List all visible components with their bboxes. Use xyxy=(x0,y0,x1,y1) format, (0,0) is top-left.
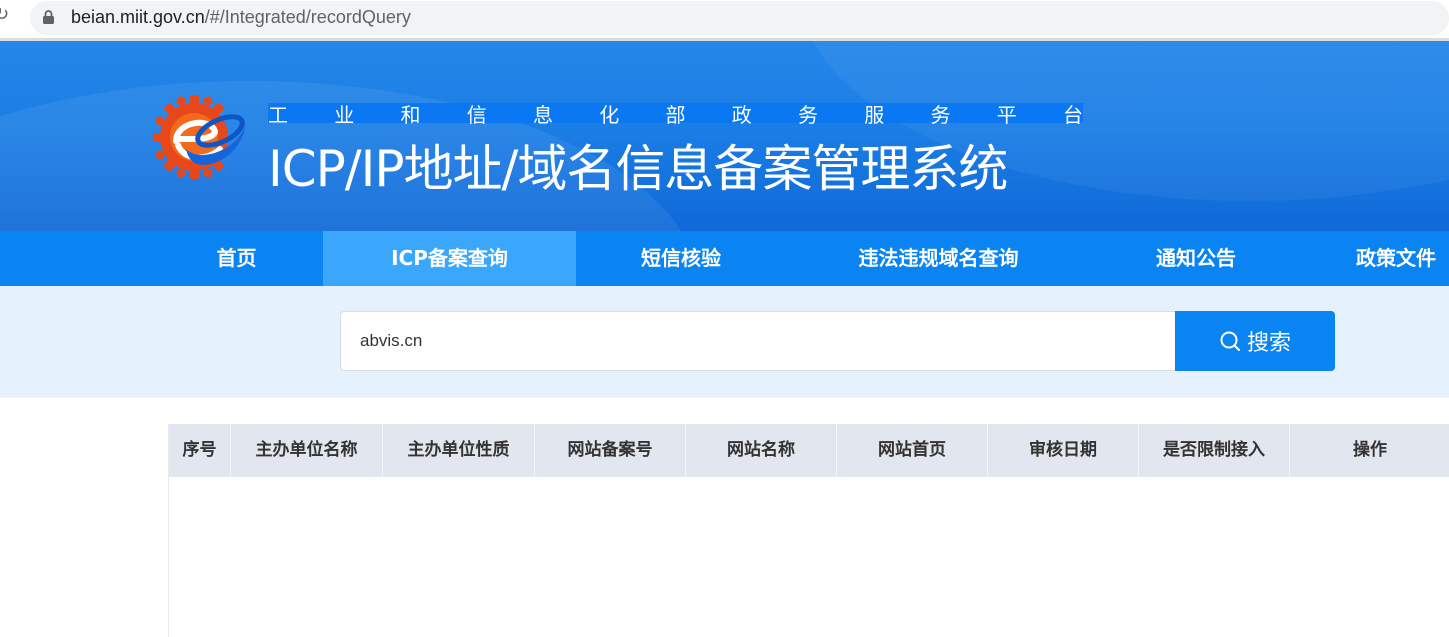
reload-icon[interactable]: ↻ xyxy=(0,6,12,24)
subtitle-char: 部 xyxy=(665,103,686,127)
column-header-index: 序号 xyxy=(169,424,231,477)
miit-logo-icon xyxy=(153,95,246,179)
column-header-review-date: 审核日期 xyxy=(988,424,1139,477)
subtitle-char: 务 xyxy=(798,103,818,127)
nav-item-home[interactable]: 首页 xyxy=(150,231,323,286)
column-header-organizer-type: 主办单位性质 xyxy=(383,424,535,477)
subtitle-char: 化 xyxy=(599,103,620,127)
page-title: ICP/IP地址/域名信息备案管理系统 xyxy=(268,140,1008,198)
subtitle-char: 平 xyxy=(996,103,1017,127)
nav-item-notices[interactable]: 通知公告 xyxy=(1091,231,1301,286)
results-table: 序号 主办单位名称 主办单位性质 网站备案号 网站名称 网站首页 审核日期 是否… xyxy=(168,424,1449,637)
nav-item-sms-verify[interactable]: 短信核验 xyxy=(576,231,786,286)
column-header-homepage: 网站首页 xyxy=(837,424,988,477)
nav-item-icp-query[interactable]: ICP备案查询 xyxy=(323,231,576,286)
search-button-label: 搜索 xyxy=(1246,331,1291,356)
browser-toolbar: ↻ beian.miit.gov.cn/#/Integrated/recordQ… xyxy=(0,0,1449,38)
nav-item-illegal-domain-query[interactable]: 违法违规域名查询 xyxy=(786,231,1091,286)
search-input[interactable] xyxy=(340,311,1175,371)
header-banner: 工 业 和 信 息 化 部 政 务 服 务 平 台 ICP/IP地址/域名信息备… xyxy=(0,41,1449,231)
subtitle-char: 和 xyxy=(400,103,421,127)
url-path: /#/Integrated/recordQuery xyxy=(204,7,411,27)
column-header-organizer-name: 主办单位名称 xyxy=(231,424,383,477)
column-header-record-number: 网站备案号 xyxy=(535,424,686,477)
column-header-site-name: 网站名称 xyxy=(686,424,837,477)
subtitle-char: 息 xyxy=(533,103,553,127)
nav-item-policies[interactable]: 政策文件 xyxy=(1301,231,1449,286)
subtitle-char: 信 xyxy=(466,103,487,127)
search-icon xyxy=(1220,331,1240,351)
search-button[interactable]: 搜索 xyxy=(1175,311,1335,371)
subtitle-char: 政 xyxy=(731,103,752,127)
site-subtitle: 工 业 和 信 息 化 部 政 务 服 务 平 台 xyxy=(268,99,1083,128)
column-header-access-restricted: 是否限制接入 xyxy=(1139,424,1290,477)
subtitle-char: 务 xyxy=(930,103,951,127)
url-host: beian.miit.gov.cn xyxy=(71,7,205,27)
column-header-actions: 操作 xyxy=(1353,440,1387,460)
subtitle-char: 台 xyxy=(1063,103,1083,127)
url-text[interactable]: beian.miit.gov.cn/#/Integrated/recordQue… xyxy=(71,7,411,28)
table-header: 序号 主办单位名称 主办单位性质 网站备案号 网站名称 网站首页 审核日期 是否… xyxy=(169,424,1449,477)
subtitle-char: 业 xyxy=(334,103,355,127)
lock-icon xyxy=(43,10,54,24)
main-nav: 首页 ICP备案查询 短信核验 违法违规域名查询 通知公告 政策文件 xyxy=(0,231,1449,286)
search-area: 搜索 xyxy=(0,286,1449,398)
subtitle-char: 工 xyxy=(268,103,288,127)
subtitle-char: 服 xyxy=(864,103,885,127)
